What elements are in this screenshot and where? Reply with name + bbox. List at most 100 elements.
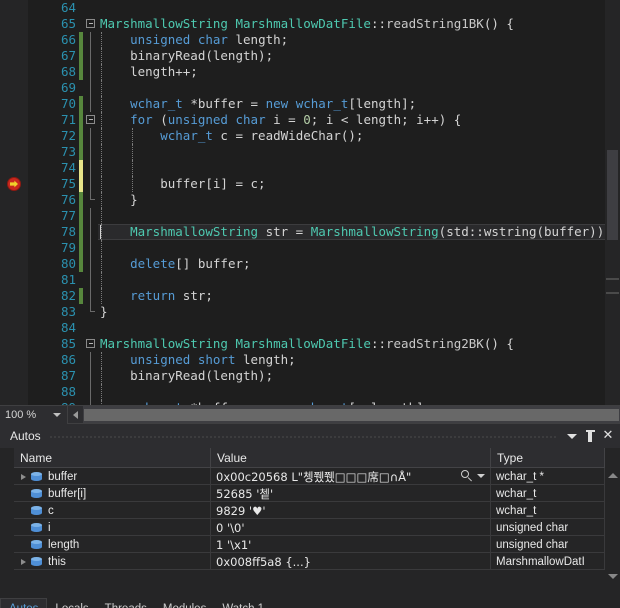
outlining-margin[interactable]: [86, 304, 96, 320]
table-row[interactable]: buffer 0x00c20568 L"쳉쮔쮔□□□席□∩Å" wchar_t *: [14, 468, 605, 485]
cell-value[interactable]: 1 '\x1': [211, 536, 491, 553]
expand-arrow-icon[interactable]: [16, 558, 30, 565]
autos-vertical-scrollbar[interactable]: [605, 448, 620, 608]
outlining-margin[interactable]: [86, 368, 96, 384]
editor-vertical-scrollbar[interactable]: [605, 0, 620, 405]
outlining-margin[interactable]: [86, 272, 96, 288]
cell-name[interactable]: length: [14, 536, 211, 553]
code-line-text[interactable]: }: [100, 304, 108, 320]
code-line-text[interactable]: unsigned char length;: [100, 32, 288, 48]
outlining-margin[interactable]: [86, 352, 96, 368]
cell-value[interactable]: 52685 '쳍': [211, 485, 491, 502]
code-line-text[interactable]: unsigned short length;: [100, 352, 296, 368]
editor-scrollbar-thumb[interactable]: [607, 150, 618, 240]
panel-menu-button[interactable]: [564, 427, 580, 445]
outlining-margin[interactable]: [86, 288, 96, 304]
debug-windows-tabstrip[interactable]: AutosLocalsThreadsModulesWatch 1: [0, 595, 620, 608]
table-row[interactable]: buffer[i] 52685 '쳍' wchar_t: [14, 485, 605, 502]
collapse-region-icon[interactable]: [86, 19, 95, 28]
outlining-margin[interactable]: [86, 128, 96, 144]
variable-value[interactable]: 52685 '쳍': [216, 486, 273, 502]
variable-value[interactable]: 0x008ff5a8 {...}: [216, 555, 311, 569]
outlining-margin[interactable]: [86, 176, 96, 192]
autos-grid[interactable]: Name Value Type buffer 0x00c20568 L"쳉쮔쮔□□…: [0, 448, 620, 608]
scroll-left-arrow-icon[interactable]: [68, 405, 83, 424]
code-line-text[interactable]: MarshmallowString MarshmallowDatFile::re…: [100, 16, 514, 32]
cell-value[interactable]: 0x008ff5a8 {...}: [211, 553, 491, 570]
variable-value[interactable]: 0 '\0': [216, 521, 245, 535]
code-line-text[interactable]: return str;: [100, 288, 213, 304]
outlining-margin[interactable]: [86, 336, 96, 352]
variable-value[interactable]: 1 '\x1': [216, 538, 251, 552]
visualizer-dropdown-icon[interactable]: [477, 474, 485, 478]
code-line-text[interactable]: delete[] buffer;: [100, 256, 250, 272]
code-line-text[interactable]: length++;: [100, 64, 198, 80]
expand-arrow-icon[interactable]: [16, 473, 30, 480]
table-row[interactable]: c 9829 '♥' wchar_t: [14, 502, 605, 519]
code-line-text[interactable]: buffer[i] = c;: [100, 176, 265, 192]
outlining-margin[interactable]: [86, 320, 96, 336]
debug-window-tab[interactable]: Modules: [154, 598, 215, 608]
cell-name[interactable]: c: [14, 502, 211, 519]
code-line-text[interactable]: wchar_t c = readWideChar();: [100, 128, 363, 144]
outlining-margin[interactable]: [86, 48, 96, 64]
debug-window-tab[interactable]: Threads: [96, 598, 155, 608]
outlining-margin[interactable]: [86, 224, 96, 240]
debug-window-tab[interactable]: Autos: [0, 598, 48, 608]
outlining-margin[interactable]: [86, 256, 96, 272]
horizontal-scrollbar-thumb[interactable]: [84, 408, 619, 421]
code-editor[interactable]: 64 65 MarshmallowString MarshmallowDatFile…: [0, 0, 620, 405]
close-panel-button[interactable]: ✕: [600, 427, 616, 445]
outlining-margin[interactable]: [86, 112, 96, 128]
table-row[interactable]: i 0 '\0' unsigned char: [14, 519, 605, 536]
outlining-margin[interactable]: [86, 80, 96, 96]
debug-window-tab[interactable]: Watch 1: [214, 598, 273, 608]
cell-value[interactable]: 9829 '♥': [211, 502, 491, 519]
cell-value[interactable]: 0 '\0': [211, 519, 491, 536]
cell-name[interactable]: i: [14, 519, 211, 536]
outlining-margin[interactable]: [86, 0, 96, 16]
code-line-text[interactable]: MarshmallowString MarshmallowDatFile::re…: [100, 336, 514, 352]
code-line-text[interactable]: binaryRead(length);: [100, 368, 273, 384]
outlining-margin[interactable]: [86, 144, 96, 160]
collapse-region-icon[interactable]: [86, 115, 95, 124]
breakpoint-gutter[interactable]: [0, 0, 28, 405]
table-row[interactable]: this 0x008ff5a8 {...} MarshmallowDatI: [14, 553, 605, 570]
outlining-margin[interactable]: [86, 384, 96, 400]
breakpoint-marker[interactable]: [0, 176, 28, 192]
editor-horizontal-scrollbar[interactable]: [68, 405, 620, 424]
column-header-value[interactable]: Value: [211, 448, 491, 468]
outlining-margin[interactable]: [86, 208, 96, 224]
pin-panel-button[interactable]: [582, 427, 598, 445]
scroll-down-arrow-icon[interactable]: [605, 569, 620, 584]
zoom-level-combobox[interactable]: 100 %: [0, 405, 68, 424]
variable-value[interactable]: 9829 '♥': [216, 504, 266, 518]
code-line-text[interactable]: MarshmallowString str = MarshmallowStrin…: [100, 224, 612, 240]
cell-name[interactable]: buffer[i]: [14, 485, 211, 502]
outlining-margin[interactable]: [86, 160, 96, 176]
autos-grid-body[interactable]: Name Value Type buffer 0x00c20568 L"쳉쮔쮔□□…: [14, 448, 605, 608]
variable-value[interactable]: 0x00c20568 L"쳉쮔쮔□□□席□∩Å": [216, 469, 411, 485]
outlining-margin[interactable]: [86, 64, 96, 80]
outlining-margin[interactable]: [86, 400, 96, 405]
code-line-text[interactable]: for (unsigned char i = 0; i < length; i+…: [100, 112, 461, 128]
code-line-text[interactable]: wchar_t *buffer = new wchar_t[++length];: [100, 400, 431, 405]
column-header-name[interactable]: Name: [14, 448, 211, 468]
cell-name[interactable]: buffer: [14, 468, 211, 485]
outlining-margin[interactable]: [86, 240, 96, 256]
outlining-margin[interactable]: [86, 192, 96, 208]
table-row[interactable]: length 1 '\x1' unsigned char: [14, 536, 605, 553]
cell-value[interactable]: 0x00c20568 L"쳉쮔쮔□□□席□∩Å": [211, 468, 491, 485]
outlining-margin[interactable]: [86, 96, 96, 112]
outlining-margin[interactable]: [86, 16, 96, 32]
collapse-region-icon[interactable]: [86, 339, 95, 348]
code-line-text[interactable]: }: [100, 192, 138, 208]
code-line-text[interactable]: binaryRead(length);: [100, 48, 273, 64]
column-header-type[interactable]: Type: [491, 448, 605, 468]
magnifier-icon[interactable]: [461, 470, 474, 483]
code-line-text[interactable]: wchar_t *buffer = new wchar_t[length];: [100, 96, 416, 112]
outlining-margin[interactable]: [86, 32, 96, 48]
scroll-up-arrow-icon[interactable]: [605, 468, 620, 483]
debug-window-tab[interactable]: Locals: [47, 598, 97, 608]
code-lines-container[interactable]: 64 65 MarshmallowString MarshmallowDatFile…: [0, 0, 620, 405]
